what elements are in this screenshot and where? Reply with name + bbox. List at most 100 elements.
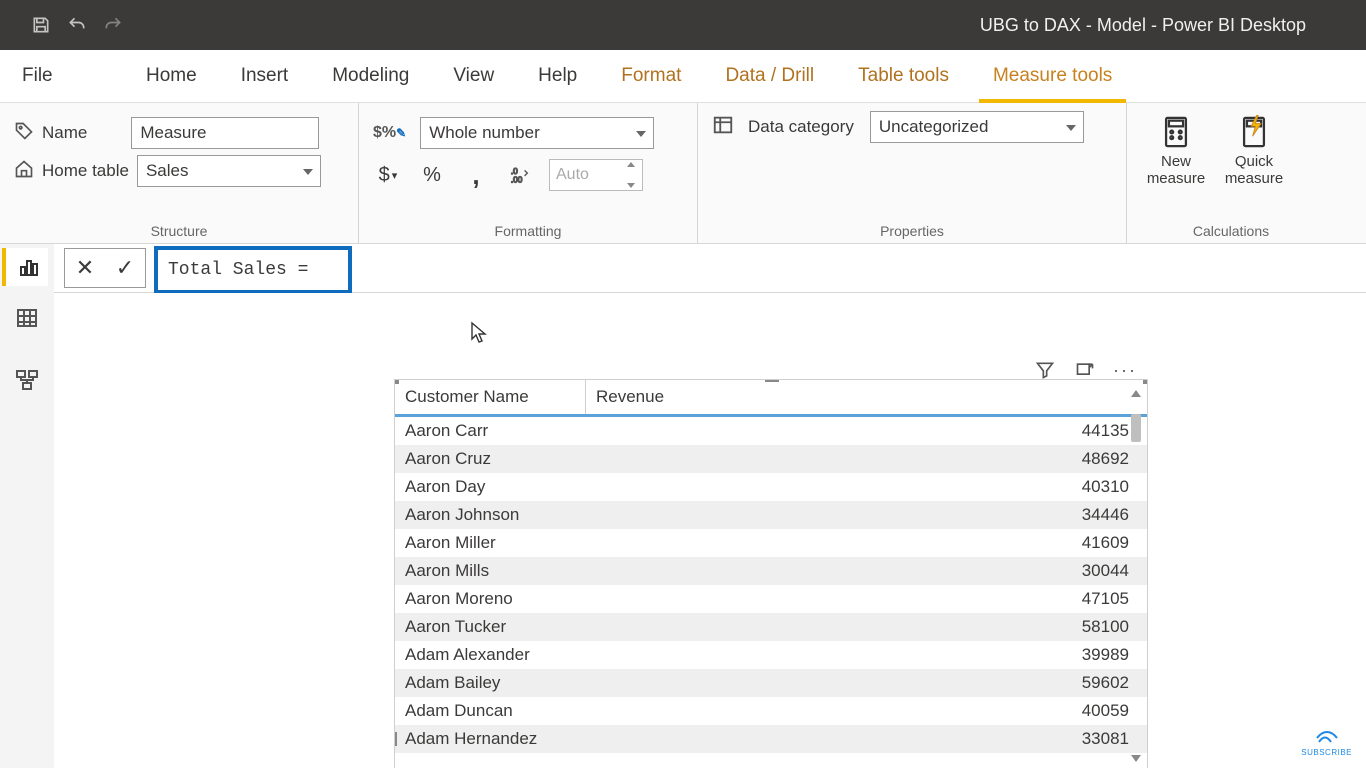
tab-view[interactable]: View bbox=[431, 50, 516, 102]
cell-revenue: 59602 bbox=[586, 669, 1148, 697]
resize-handle[interactable] bbox=[394, 732, 397, 746]
focus-mode-icon[interactable] bbox=[1074, 359, 1096, 381]
title-bar: UBG to DAX - Model - Power BI Desktop bbox=[0, 0, 1366, 50]
category-icon bbox=[712, 114, 734, 141]
quick-measure-icon bbox=[1237, 115, 1271, 149]
filter-icon[interactable] bbox=[1034, 359, 1056, 381]
table-row[interactable]: Adam Hernandez33081 bbox=[395, 725, 1147, 753]
name-label: Name bbox=[42, 123, 87, 143]
svg-text:.00: .00 bbox=[511, 175, 523, 184]
cell-name: Aaron Carr bbox=[395, 416, 586, 446]
ribbon: Name Home table Sales Structure $%✎ Whol… bbox=[0, 103, 1366, 244]
cell-name: Adam Hernandez bbox=[395, 725, 586, 753]
cancel-formula-button[interactable]: ✕ bbox=[65, 249, 105, 287]
tab-help[interactable]: Help bbox=[516, 50, 599, 102]
cell-revenue: 40059 bbox=[586, 697, 1148, 725]
group-label-structure: Structure bbox=[14, 223, 344, 243]
percent-button[interactable]: % bbox=[417, 161, 447, 189]
tab-home[interactable]: Home bbox=[124, 50, 219, 102]
decimals-button[interactable]: .0.00 bbox=[505, 161, 535, 189]
tab-file[interactable]: File bbox=[0, 50, 124, 102]
tab-table-tools[interactable]: Table tools bbox=[836, 50, 971, 102]
scrollbar[interactable] bbox=[1129, 390, 1143, 762]
cell-name: Aaron Moreno bbox=[395, 585, 586, 613]
new-measure-button[interactable]: New measure bbox=[1141, 115, 1211, 223]
group-label-properties: Properties bbox=[712, 223, 1112, 243]
measure-name-input[interactable] bbox=[131, 117, 319, 149]
report-canvas[interactable]: ··· Customer Name Revenue Aaron Carr4413… bbox=[54, 293, 1366, 768]
ribbon-tabs: File Home Insert Modeling View Help Form… bbox=[0, 50, 1366, 103]
home-icon bbox=[14, 159, 34, 184]
resize-handle[interactable] bbox=[394, 379, 399, 384]
cell-revenue: 34446 bbox=[586, 501, 1148, 529]
tab-insert[interactable]: Insert bbox=[219, 50, 311, 102]
home-table-select[interactable]: Sales bbox=[137, 155, 321, 187]
table-row[interactable]: Aaron Moreno47105 bbox=[395, 585, 1147, 613]
quick-measure-button[interactable]: Quick measure bbox=[1219, 115, 1289, 223]
table-row[interactable]: Aaron Cruz48692 bbox=[395, 445, 1147, 473]
group-label-formatting: Formatting bbox=[373, 223, 683, 243]
cell-revenue: 40310 bbox=[586, 473, 1148, 501]
undo-icon[interactable] bbox=[66, 14, 88, 36]
save-icon[interactable] bbox=[30, 14, 52, 36]
cell-revenue: 48692 bbox=[586, 445, 1148, 473]
data-category-label: Data category bbox=[748, 117, 854, 137]
thousands-button[interactable]: , bbox=[461, 161, 491, 189]
format-type-select[interactable]: Whole number bbox=[420, 117, 654, 149]
cell-name: Aaron Johnson bbox=[395, 501, 586, 529]
table-visual[interactable]: Customer Name Revenue Aaron Carr44135Aar… bbox=[394, 379, 1148, 768]
data-view-button[interactable] bbox=[8, 299, 46, 337]
cell-revenue: 58100 bbox=[586, 613, 1148, 641]
cell-revenue: 44135 bbox=[586, 416, 1148, 446]
cell-name: Aaron Day bbox=[395, 473, 586, 501]
table-row[interactable]: Aaron Miller41609 bbox=[395, 529, 1147, 557]
calculator-icon bbox=[1159, 115, 1193, 149]
cell-revenue: 47105 bbox=[586, 585, 1148, 613]
home-table-label: Home table bbox=[42, 161, 129, 181]
table-row[interactable]: Aaron Tucker58100 bbox=[395, 613, 1147, 641]
data-category-select[interactable]: Uncategorized bbox=[870, 111, 1084, 143]
table-row[interactable]: Adam Duncan40059 bbox=[395, 697, 1147, 725]
cell-name: Adam Bailey bbox=[395, 669, 586, 697]
model-view-button[interactable] bbox=[8, 361, 46, 399]
cell-name: Aaron Mills bbox=[395, 557, 586, 585]
redo-icon[interactable] bbox=[102, 14, 124, 36]
tab-measure-tools[interactable]: Measure tools bbox=[971, 50, 1134, 102]
more-options-icon[interactable]: ··· bbox=[1114, 359, 1136, 381]
cell-revenue: 33081 bbox=[586, 725, 1148, 753]
commit-formula-button[interactable]: ✓ bbox=[105, 249, 145, 287]
window-title: UBG to DAX - Model - Power BI Desktop bbox=[124, 15, 1366, 36]
table-row[interactable]: Aaron Johnson34446 bbox=[395, 501, 1147, 529]
cell-name: Adam Alexander bbox=[395, 641, 586, 669]
col-header-customer[interactable]: Customer Name bbox=[395, 380, 586, 416]
formula-input[interactable]: Total Sales = bbox=[154, 246, 352, 294]
cell-revenue: 41609 bbox=[586, 529, 1148, 557]
resize-handle[interactable] bbox=[765, 379, 779, 382]
cursor-icon bbox=[470, 321, 488, 349]
table-row[interactable]: Aaron Mills30044 bbox=[395, 557, 1147, 585]
decimal-places-input[interactable]: Auto bbox=[549, 159, 643, 191]
cell-revenue: 30044 bbox=[586, 557, 1148, 585]
group-label-calculations: Calculations bbox=[1141, 223, 1321, 243]
tag-icon bbox=[14, 121, 34, 146]
cell-revenue: 39989 bbox=[586, 641, 1148, 669]
cell-name: Aaron Cruz bbox=[395, 445, 586, 473]
tab-data-drill[interactable]: Data / Drill bbox=[703, 50, 836, 102]
table-row[interactable]: Adam Bailey59602 bbox=[395, 669, 1147, 697]
table-row[interactable]: Adam Alexander39989 bbox=[395, 641, 1147, 669]
report-view-button[interactable] bbox=[2, 248, 48, 286]
table-row[interactable]: Aaron Day40310 bbox=[395, 473, 1147, 501]
visual-toolbar: ··· bbox=[1034, 359, 1136, 381]
formula-bar-actions: ✕ ✓ bbox=[64, 248, 146, 288]
subscribe-badge: SUBSCRIBE bbox=[1301, 730, 1352, 757]
resize-handle[interactable] bbox=[1143, 379, 1148, 384]
col-header-revenue[interactable]: Revenue bbox=[586, 380, 1148, 416]
tab-format[interactable]: Format bbox=[599, 50, 703, 102]
format-icon: $%✎ bbox=[373, 124, 406, 142]
table-row[interactable]: Aaron Carr44135 bbox=[395, 416, 1147, 446]
cell-name: Aaron Miller bbox=[395, 529, 586, 557]
cell-name: Aaron Tucker bbox=[395, 613, 586, 641]
cell-name: Adam Duncan bbox=[395, 697, 586, 725]
currency-button[interactable]: $▾ bbox=[373, 161, 403, 189]
tab-modeling[interactable]: Modeling bbox=[310, 50, 431, 102]
